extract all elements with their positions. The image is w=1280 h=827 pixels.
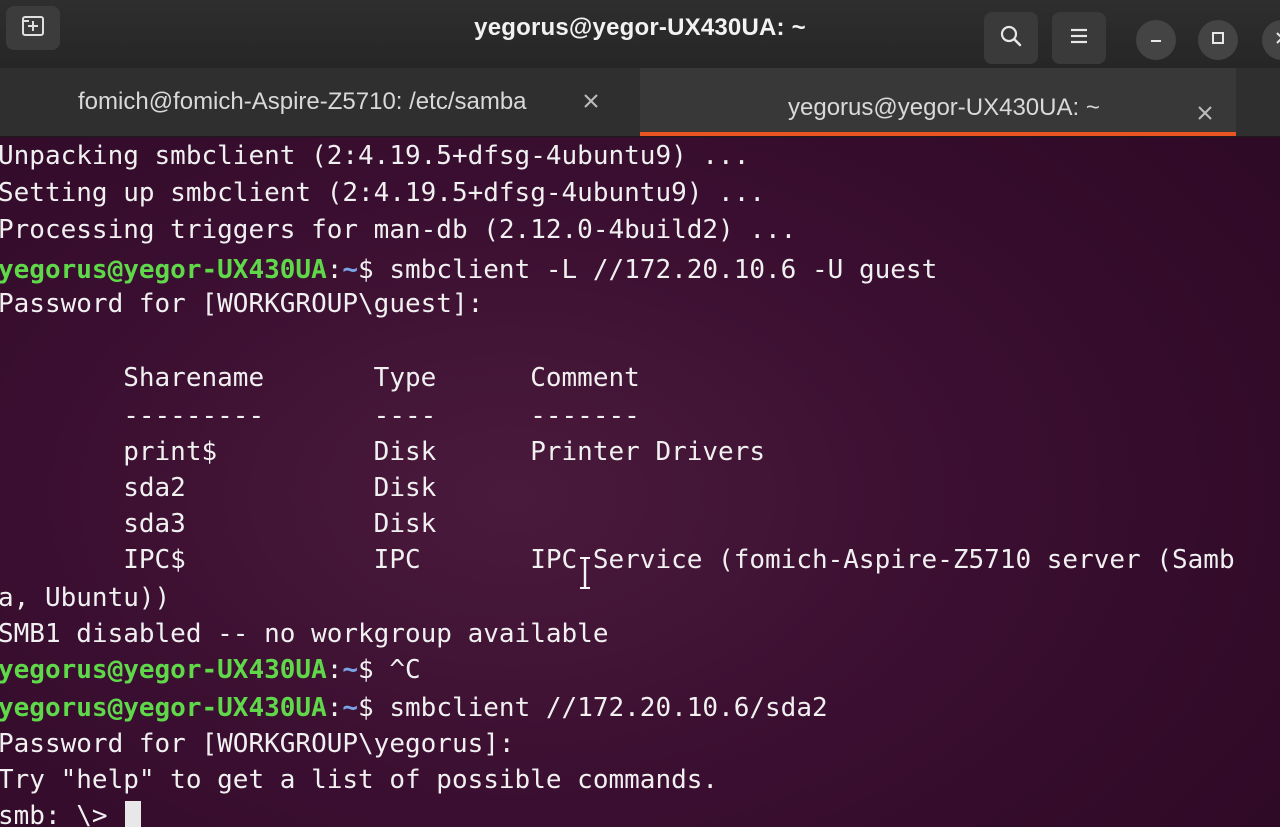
share-table-divider: --------- ---- ------- xyxy=(0,401,640,431)
maximize-button[interactable] xyxy=(1198,20,1238,60)
close-icon xyxy=(584,94,598,108)
hamburger-menu-icon xyxy=(1067,25,1091,52)
tab-label: yegorus@yegor-UX430UA: ~ xyxy=(788,94,1100,121)
active-tab-indicator xyxy=(640,132,1236,136)
search-icon xyxy=(998,23,1024,54)
tab-bar: fomich@fomich-Aspire-Z5710: /etc/samba y… xyxy=(0,68,1280,137)
terminal-line: Try "help" to get a list of possible com… xyxy=(0,765,719,795)
tab-label: fomich@fomich-Aspire-Z5710: /etc/samba xyxy=(78,88,527,115)
terminal-line: Processing triggers for man-db (2.12.0-4… xyxy=(0,215,797,245)
minimize-icon xyxy=(1148,30,1164,51)
tab-close-button[interactable] xyxy=(578,88,604,114)
tab-yegorus-home[interactable]: yegorus@yegor-UX430UA: ~ xyxy=(640,68,1236,136)
terminal-line: a, Ubuntu)) xyxy=(0,583,171,613)
window-title: yegorus@yegor-UX430UA: ~ xyxy=(474,14,806,41)
close-window-button[interactable] xyxy=(1262,20,1280,60)
terminal-line: Password for [WORKGROUP\yegorus]: xyxy=(0,729,515,759)
tab-fomich-samba[interactable]: fomich@fomich-Aspire-Z5710: /etc/samba xyxy=(0,68,638,136)
prompt-user-host: yegorus@yegor-UX430UA xyxy=(0,693,327,723)
close-icon xyxy=(1274,30,1280,51)
header-bar: yegorus@yegor-UX430UA: ~ xyxy=(0,0,1280,69)
close-icon xyxy=(1198,106,1212,120)
terminal-prompt-line: yegorus@yegor-UX430UA:~$ ^C xyxy=(0,655,421,685)
terminal-output[interactable]: Unpacking smbclient (2:4.19.5+dfsg-4ubun… xyxy=(0,138,1280,827)
share-row: IPC$ IPC IPC Service (fomich-Aspire-Z571… xyxy=(0,545,1235,575)
command-text: $ smbclient //172.20.10.6/sda2 xyxy=(358,693,828,723)
smb-prompt-line[interactable]: smb: \> xyxy=(0,798,142,827)
share-row: sda3 Disk xyxy=(0,509,531,539)
share-row: sda2 Disk xyxy=(0,473,531,503)
smb-prompt: smb: \> xyxy=(0,801,124,827)
terminal-line: Setting up smbclient (2:4.19.5+dfsg-4ubu… xyxy=(0,178,766,208)
minimize-button[interactable] xyxy=(1136,20,1176,60)
share-row: print$ Disk Printer Drivers xyxy=(0,437,766,467)
maximize-icon xyxy=(1210,30,1226,51)
prompt-user-host: yegorus@yegor-UX430UA xyxy=(0,655,327,685)
new-tab-button[interactable] xyxy=(6,6,60,50)
command-text: $ ^C xyxy=(358,655,421,685)
prompt-path: ~ xyxy=(342,255,359,285)
search-button[interactable] xyxy=(984,12,1038,64)
command-text: $ smbclient -L //172.20.10.6 -U guest xyxy=(358,255,938,285)
prompt-path: ~ xyxy=(342,693,359,723)
share-table-header: Sharename Type Comment xyxy=(0,363,640,393)
menu-button[interactable] xyxy=(1052,12,1106,64)
ibeam-cursor-icon xyxy=(577,556,593,590)
text-cursor xyxy=(125,801,142,827)
prompt-path: ~ xyxy=(342,655,359,685)
terminal-prompt-line: yegorus@yegor-UX430UA:~$ smbclient //172… xyxy=(0,693,828,723)
prompt-user-host: yegorus@yegor-UX430UA xyxy=(0,255,327,285)
terminal-line: Unpacking smbclient (2:4.19.5+dfsg-4ubun… xyxy=(0,141,750,171)
terminal-line: SMB1 disabled -- no workgroup available xyxy=(0,619,609,649)
terminal-window: yegorus@yegor-UX430UA: ~ fomich@fomich-A… xyxy=(0,0,1280,827)
tab-close-button[interactable] xyxy=(1192,100,1218,126)
terminal-line: Password for [WORKGROUP\guest]: xyxy=(0,289,484,319)
terminal-prompt-line: yegorus@yegor-UX430UA:~$ smbclient -L //… xyxy=(0,255,938,285)
new-tab-icon xyxy=(20,13,46,44)
